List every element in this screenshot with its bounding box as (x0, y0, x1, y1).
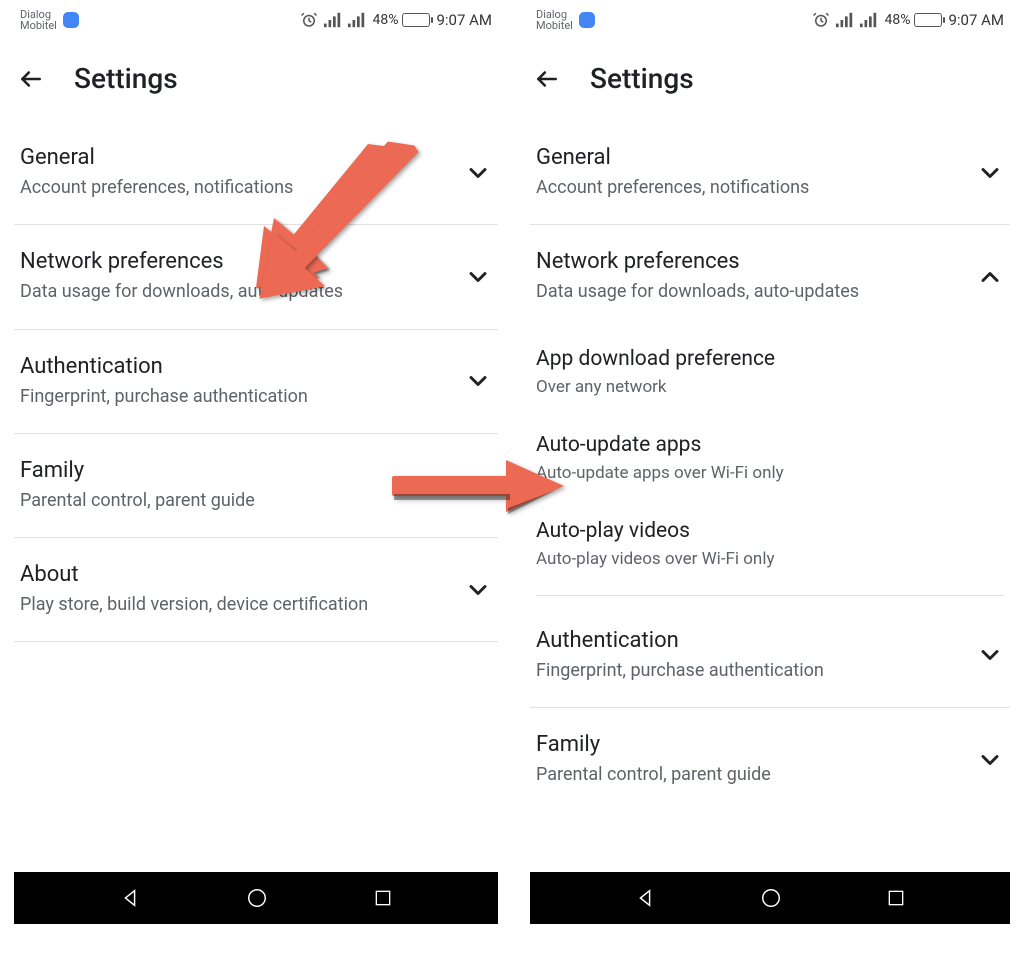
right-screenshot: Dialog Mobitel 48% 9:07 (512, 0, 1024, 924)
carrier-label: Dialog Mobitel (536, 9, 573, 31)
alarm-icon (812, 11, 830, 29)
settings-item-general[interactable]: General Account preferences, notificatio… (530, 121, 1010, 225)
settings-list: General Account preferences, notificatio… (530, 115, 1010, 811)
divider (536, 595, 1004, 596)
nav-recent-icon[interactable] (886, 888, 906, 908)
title-label: Network preferences (536, 249, 976, 274)
clock-label: 9:07 AM (436, 11, 492, 29)
battery-indicator: 48% (884, 12, 942, 28)
nav-back-icon[interactable] (634, 887, 656, 909)
alarm-icon (300, 11, 318, 29)
settings-item-family[interactable]: Family Parental control, parent guide (14, 434, 498, 538)
chevron-down-icon (976, 746, 1004, 774)
nav-back-icon[interactable] (119, 887, 141, 909)
nav-home-icon[interactable] (760, 887, 782, 909)
settings-list: General Account preferences, notificatio… (14, 115, 498, 642)
title-label: Network preferences (20, 249, 464, 274)
title-label: General (20, 145, 464, 170)
left-screenshot: Dialog Mobitel 48% 9:07 (0, 0, 512, 924)
subtitle-label: Account preferences, notifications (536, 176, 976, 200)
settings-item-auth[interactable]: Authentication Fingerprint, purchase aut… (530, 604, 1010, 708)
title-label: Family (536, 732, 976, 757)
subtitle-label: Play store, build version, device certif… (20, 593, 464, 617)
subtitle-label: Data usage for downloads, auto-updates (536, 280, 976, 304)
title-label: About (20, 562, 464, 587)
settings-item-network[interactable]: Network preferences Data usage for downl… (14, 225, 498, 329)
subtitle-label: Auto-update apps over Wi-Fi only (536, 463, 1004, 483)
settings-item-general[interactable]: General Account preferences, notificatio… (14, 121, 498, 225)
signal-icon (324, 12, 342, 28)
subtitle-label: Parental control, parent guide (536, 763, 976, 787)
notification-badge-icon (63, 12, 79, 28)
sub-item-download-pref[interactable]: App download preference Over any network (530, 329, 1010, 415)
page-title: Settings (590, 62, 694, 95)
clock-label: 9:07 AM (948, 11, 1004, 29)
chevron-up-icon (976, 263, 1004, 291)
chevron-down-icon (464, 159, 492, 187)
signal-4g-icon (860, 12, 878, 28)
chevron-down-icon (464, 472, 492, 500)
title-label: Auto-play videos (536, 519, 1004, 543)
back-icon[interactable] (534, 66, 560, 92)
battery-percent-label: 48% (372, 12, 398, 28)
nav-home-icon[interactable] (246, 887, 268, 909)
battery-percent-label: 48% (884, 12, 910, 28)
sub-item-auto-play[interactable]: Auto-play videos Auto-play videos over W… (530, 501, 1010, 587)
subtitle-label: Over any network (536, 377, 1004, 397)
page-title: Settings (74, 62, 178, 95)
subtitle-label: Parental control, parent guide (20, 489, 464, 513)
settings-item-about[interactable]: About Play store, build version, device … (14, 538, 498, 642)
title-label: App download preference (536, 347, 1004, 371)
chevron-down-icon (464, 263, 492, 291)
nav-recent-icon[interactable] (373, 888, 393, 908)
chevron-down-icon (464, 367, 492, 395)
settings-item-family[interactable]: Family Parental control, parent guide (530, 708, 1010, 811)
title-label: Authentication (20, 354, 464, 379)
status-bar: Dialog Mobitel 48% 9:07 (530, 0, 1010, 36)
title-label: General (536, 145, 976, 170)
sub-item-auto-update[interactable]: Auto-update apps Auto-update apps over W… (530, 415, 1010, 501)
signal-icon (836, 12, 854, 28)
carrier-label: Dialog Mobitel (20, 9, 57, 31)
subtitle-label: Account preferences, notifications (20, 176, 464, 200)
chevron-down-icon (464, 576, 492, 604)
title-label: Authentication (536, 628, 976, 653)
subtitle-label: Fingerprint, purchase authentication (20, 385, 464, 409)
title-label: Auto-update apps (536, 433, 1004, 457)
android-nav-bar (530, 872, 1010, 924)
status-bar: Dialog Mobitel 48% 9:07 (14, 0, 498, 36)
signal-4g-icon (348, 12, 366, 28)
app-header: Settings (530, 36, 1010, 115)
app-header: Settings (14, 36, 498, 115)
chevron-down-icon (976, 641, 1004, 669)
subtitle-label: Data usage for downloads, auto-updates (20, 280, 464, 304)
android-nav-bar (14, 872, 498, 924)
subtitle-label: Auto-play videos over Wi-Fi only (536, 549, 1004, 569)
subtitle-label: Fingerprint, purchase authentication (536, 659, 976, 683)
settings-item-auth[interactable]: Authentication Fingerprint, purchase aut… (14, 330, 498, 434)
back-icon[interactable] (18, 66, 44, 92)
notification-badge-icon (579, 12, 595, 28)
title-label: Family (20, 458, 464, 483)
settings-item-network[interactable]: Network preferences Data usage for downl… (530, 225, 1010, 328)
battery-indicator: 48% (372, 12, 430, 28)
chevron-down-icon (976, 159, 1004, 187)
